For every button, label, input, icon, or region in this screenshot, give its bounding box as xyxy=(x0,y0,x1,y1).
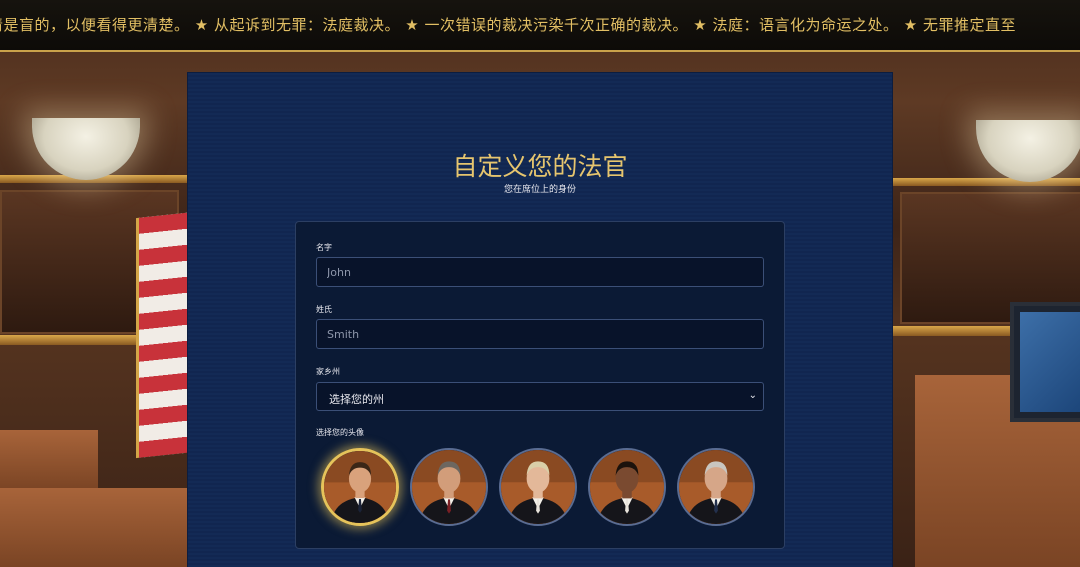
us-flag-icon xyxy=(136,211,195,459)
page-title: 自定义您的法官 xyxy=(452,152,628,181)
customize-judge-card: 自定义您的法官 您在席位上的身份 名字 姓氏 家乡州 选择您的州 ⌄ 选择您的头… xyxy=(188,73,892,567)
judge-portrait-icon xyxy=(324,451,396,523)
avatar-label: 选择您的头像 xyxy=(316,428,364,437)
computer-monitor-icon xyxy=(1010,302,1080,422)
first-name-label: 名字 xyxy=(316,243,332,252)
judge-portrait-icon xyxy=(590,450,664,524)
avatar-option[interactable] xyxy=(410,448,488,526)
first-name-input[interactable] xyxy=(316,257,764,287)
avatar-option[interactable] xyxy=(321,448,399,526)
avatar-option[interactable] xyxy=(588,448,666,526)
home-state-select[interactable]: 选择您的州 ⌄ xyxy=(316,382,764,411)
last-name-label: 姓氏 xyxy=(316,305,332,314)
judge-portrait-icon xyxy=(412,450,486,524)
bench xyxy=(0,430,98,490)
ceiling-lamp-icon xyxy=(32,118,140,180)
judge-form: 名字 姓氏 家乡州 选择您的州 ⌄ 选择您的头像 xyxy=(295,221,785,549)
ticker-text: 清是盲的，以便看得更清楚。 ★ 从起诉到无罪：法庭裁决。 ★ 一次错误的裁决污染… xyxy=(0,16,1016,34)
avatar-picker xyxy=(321,448,761,528)
home-state-selected: 选择您的州 xyxy=(329,393,384,406)
avatar-option[interactable] xyxy=(499,448,577,526)
page-subtitle: 您在席位上的身份 xyxy=(503,185,576,195)
judge-portrait-icon xyxy=(501,450,575,524)
quote-ticker: 清是盲的，以便看得更清楚。 ★ 从起诉到无罪：法庭裁决。 ★ 一次错误的裁决污染… xyxy=(0,0,1080,52)
chevron-down-icon: ⌄ xyxy=(748,390,757,401)
avatar-option[interactable] xyxy=(677,448,755,526)
ceiling-lamp-icon xyxy=(976,120,1080,182)
home-state-label: 家乡州 xyxy=(316,367,340,376)
judge-portrait-icon xyxy=(679,450,753,524)
desk xyxy=(0,488,188,567)
last-name-input[interactable] xyxy=(316,319,764,349)
wall-trim xyxy=(880,178,1080,186)
